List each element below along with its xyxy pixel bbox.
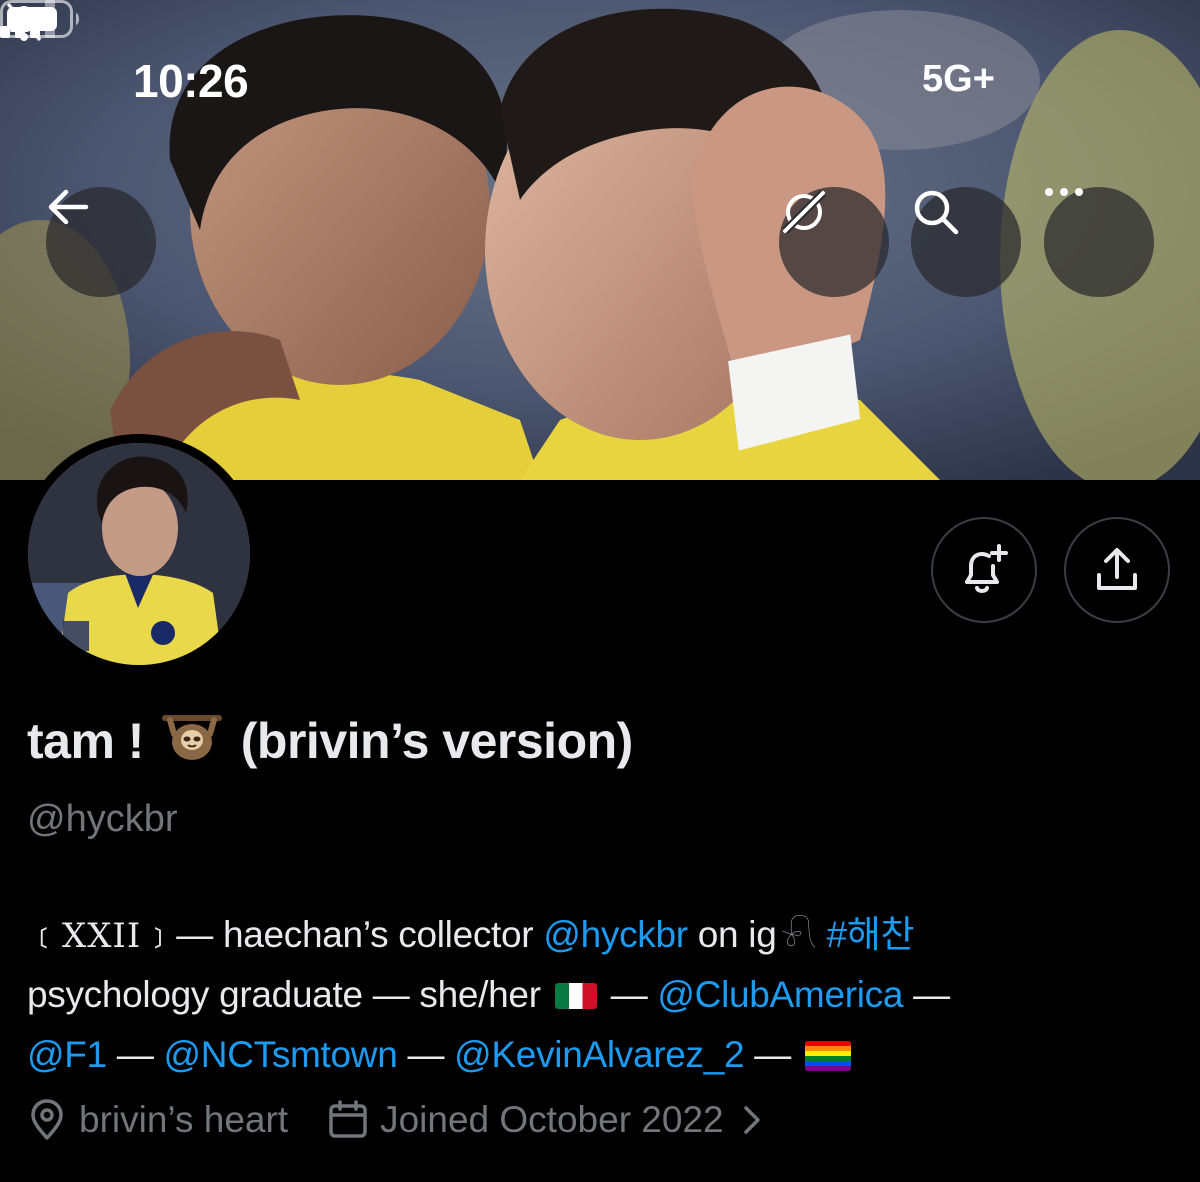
rainbow-flag-emoji <box>805 1041 851 1071</box>
joined-date: Joined October 2022 <box>380 1099 724 1140</box>
mention-link[interactable]: @ClubAmerica <box>657 974 903 1015</box>
display-name: tam ! (brivin’s version) <box>27 712 633 770</box>
network-type: 5G+ <box>922 58 995 100</box>
bio-text: psychology graduate — she/her <box>27 974 551 1015</box>
notify-button[interactable] <box>931 517 1037 623</box>
bio-text: — <box>600 974 658 1015</box>
profile-meta: brivin’s heart Joined October 2022 <box>27 1098 764 1142</box>
hook-glyph: 𓍯 <box>780 917 817 955</box>
mexico-flag-emoji <box>554 983 597 1009</box>
arrow-left-icon <box>48 189 89 225</box>
status-bar: 10:26 5G+ <box>0 0 1200 160</box>
calendar-icon <box>329 1100 367 1138</box>
location-text: brivin’s heart <box>79 1099 289 1140</box>
bio-text: — <box>744 1034 801 1075</box>
bio-text: — haechan’s collector <box>176 914 544 955</box>
status-time: 10:26 <box>133 55 249 107</box>
battery-icon <box>0 0 79 38</box>
bio-line-2: psychology graduate — she/her — @ClubAme… <box>27 965 1177 1025</box>
display-name-prefix: tam ! <box>27 713 144 769</box>
profile-banner[interactable]: 10:26 5G+ <box>0 0 1200 480</box>
bio-text: on ig <box>687 914 777 955</box>
grok-button[interactable] <box>779 187 889 297</box>
bio-text: — <box>397 1034 455 1075</box>
more-button[interactable] <box>1044 187 1154 297</box>
mention-link[interactable]: @hyckbr <box>543 914 688 955</box>
grok-icon <box>782 190 826 234</box>
mention-link[interactable]: @NCTsmtown <box>164 1034 398 1075</box>
search-button[interactable] <box>911 187 1021 297</box>
profile-bio: ﹝XXII﹞— haechan’s collector @hyckbr on i… <box>27 905 1177 1085</box>
mention-link[interactable]: @F1 <box>27 1034 107 1075</box>
bio-text: — <box>106 1034 164 1075</box>
bio-text: — <box>903 974 950 1015</box>
search-icon <box>914 190 959 235</box>
avatar[interactable] <box>19 434 259 674</box>
mention-link[interactable]: @KevinAlvarez_2 <box>454 1034 744 1075</box>
avatar-photo <box>28 443 250 665</box>
bio-line-1: ﹝XXII﹞— haechan’s collector @hyckbr on i… <box>27 905 1177 965</box>
bio-line-3: @F1 — @NCTsmtown — @KevinAlvarez_2 — <box>27 1025 1177 1085</box>
sloth-emoji <box>162 715 223 760</box>
username-handle: @hyckbr <box>27 798 178 840</box>
bell-plus-icon <box>965 544 1008 593</box>
location-pin-icon <box>31 1099 63 1140</box>
hashtag-link[interactable]: #해찬 <box>826 914 914 955</box>
share-button[interactable] <box>1064 517 1170 623</box>
more-horizontal-icon <box>1045 188 1083 196</box>
chevron-right-icon[interactable] <box>740 1104 764 1136</box>
back-button[interactable] <box>46 187 156 297</box>
share-icon <box>1097 548 1137 590</box>
display-name-suffix: (brivin’s version) <box>240 713 634 769</box>
bio-bracket-text: ﹝XXII﹞ <box>27 916 177 956</box>
